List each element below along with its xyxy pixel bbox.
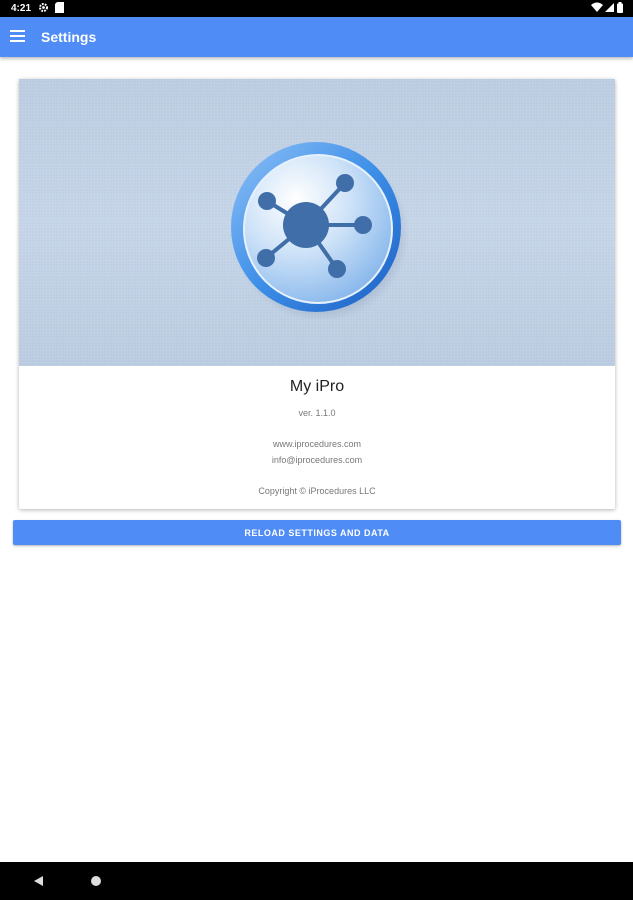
copyright-text: Copyright © iProcedures LLC xyxy=(258,486,376,496)
about-card: My iPro ver. 1.1.0 www.iprocedures.com i… xyxy=(19,79,615,509)
navigation-bar xyxy=(0,862,633,900)
hamburger-menu-icon[interactable] xyxy=(10,30,25,43)
wifi-icon xyxy=(591,2,603,12)
gear-icon xyxy=(39,3,48,12)
app-bar: Settings xyxy=(0,17,633,57)
page-title: Settings xyxy=(41,29,97,45)
sd-card-icon xyxy=(55,2,64,13)
email-link[interactable]: info@iprocedures.com xyxy=(19,455,615,465)
cell-signal-icon xyxy=(605,3,614,12)
app-name: My iPro xyxy=(289,378,345,395)
app-version: ver. 1.1.0 xyxy=(298,408,336,418)
back-icon[interactable] xyxy=(34,876,43,886)
status-bar: 4:21 xyxy=(0,0,633,17)
home-icon[interactable] xyxy=(91,876,101,886)
network-nodes-logo-icon xyxy=(231,142,408,319)
status-time: 4:21 xyxy=(11,3,32,14)
website-link[interactable]: www.iprocedures.com xyxy=(19,439,615,449)
logo-banner xyxy=(19,79,615,366)
battery-icon xyxy=(617,2,623,13)
reload-settings-button[interactable]: RELOAD SETTINGS AND DATA xyxy=(13,520,621,545)
